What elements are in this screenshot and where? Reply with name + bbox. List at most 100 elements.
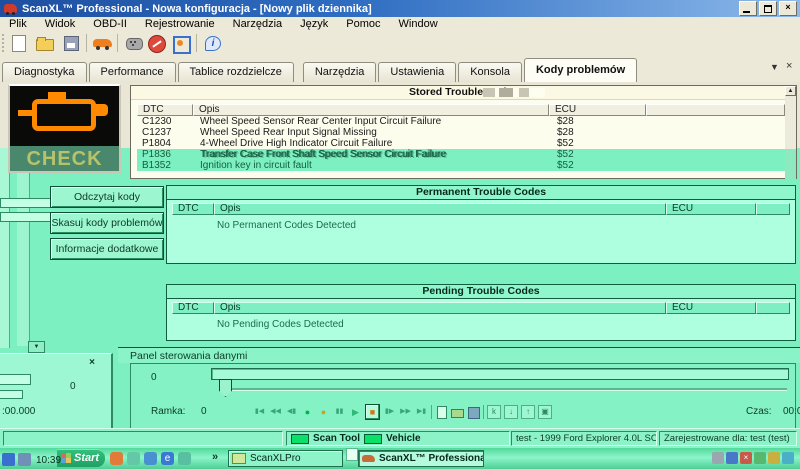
first-frame-button[interactable]: ▮◀ [253, 405, 266, 419]
restore-button[interactable] [759, 1, 777, 16]
save-log-icon[interactable] [467, 406, 480, 419]
menu-narzedzia[interactable]: Narzędzia [224, 18, 292, 30]
import-icon[interactable]: ↑ [521, 405, 535, 419]
connect-icon[interactable] [123, 33, 145, 53]
open-log-icon[interactable] [451, 406, 464, 419]
menu-rejestrowanie[interactable]: Rejestrowanie [136, 18, 224, 30]
column-opis[interactable]: Opis [214, 203, 666, 215]
stop-button[interactable]: ■ [365, 404, 380, 420]
save-file-icon[interactable] [60, 33, 82, 53]
panel-close-icon[interactable]: × [86, 357, 98, 369]
menu-obd2[interactable]: OBD-II [84, 18, 136, 30]
tab-scroll-icon[interactable]: ▼ [770, 62, 779, 72]
record-button[interactable]: ● [317, 405, 330, 419]
tab-tablice-rozdzielcze[interactable]: Tablice rozdzielcze [178, 62, 294, 82]
column-dtc[interactable]: DTC [137, 104, 193, 116]
column-empty [646, 104, 785, 116]
internet-explorer-icon[interactable]: e [161, 452, 174, 465]
scan-tool-led [291, 434, 309, 444]
tray-icon-2[interactable] [726, 452, 738, 464]
column-opis[interactable]: Opis [214, 302, 666, 314]
glitch-artifact [483, 88, 545, 97]
tab-bar: Diagnostyka Performance Tablice rozdziel… [0, 55, 800, 83]
extra-info-button[interactable]: Informacje dodatkowe [50, 238, 164, 260]
tab-performance[interactable]: Performance [89, 62, 176, 82]
dropdown-button[interactable]: ▼ [28, 341, 45, 353]
menu-plik[interactable]: Plik [0, 18, 36, 30]
tray-icon-1[interactable] [712, 452, 724, 464]
shortcut-icon[interactable]: k [487, 405, 501, 419]
tray-volume-icon[interactable] [768, 452, 780, 464]
menu-widok[interactable]: Widok [36, 18, 85, 30]
show-desktop-icon[interactable] [127, 452, 140, 465]
read-codes-button[interactable]: Odczytaj kody problemów [50, 186, 164, 208]
time-label: Czas: [746, 406, 772, 417]
tab-ustawienia[interactable]: Ustawienia [378, 62, 456, 82]
title-bar: ScanXL™ Professional - Nowa konfiguracja… [0, 0, 800, 17]
fast-forward-button[interactable]: ▶▶ [399, 405, 412, 419]
media-player-icon[interactable] [144, 452, 157, 465]
tray-icon-4[interactable] [782, 452, 794, 464]
close-button[interactable]: × [779, 1, 797, 16]
tray-network-icon[interactable]: × [740, 452, 752, 464]
pause-button[interactable]: ▮▮ [333, 405, 346, 419]
chevron-more-icon[interactable]: » [212, 451, 218, 463]
progress-gauge[interactable] [211, 368, 789, 380]
taskbar-clock: 10:39 [36, 455, 61, 466]
scrollbar[interactable]: ▲ [785, 86, 796, 178]
tab-narzedzia[interactable]: Narzędzia [303, 62, 377, 82]
taskbar-item-scanxlpro[interactable]: ScanXLPro [228, 450, 343, 467]
vehicle-icon[interactable] [92, 33, 114, 53]
step-forward-button[interactable]: ▮▶ [383, 405, 396, 419]
new-log-icon[interactable] [435, 406, 448, 419]
table-row[interactable]: P1836Transfer Case Front Shaft Speed Sen… [137, 149, 785, 160]
column-ecu[interactable]: ECU [666, 302, 756, 314]
toolbar-separator [196, 34, 197, 52]
last-frame-button[interactable]: ▶▮ [415, 405, 428, 419]
glitch-window-corner [346, 448, 358, 461]
clear-codes-button[interactable]: Skasuj kody problemów [50, 212, 164, 234]
tab-konsola[interactable]: Konsola [458, 62, 522, 82]
new-file-icon[interactable] [8, 33, 30, 53]
menu-jezyk[interactable]: Język [291, 18, 337, 30]
disconnect-icon[interactable] [146, 33, 168, 53]
step-back-button[interactable]: ◀▮ [285, 405, 298, 419]
export-icon[interactable]: ↓ [504, 405, 518, 419]
about-icon[interactable]: i [202, 33, 224, 53]
scroll-up-icon[interactable]: ▲ [785, 86, 796, 96]
column-dtc[interactable]: DTC [172, 203, 214, 215]
table-row[interactable]: C1230Wheel Speed Sensor Rear Center Inpu… [137, 116, 785, 127]
messenger-icon[interactable] [178, 452, 191, 465]
glitch-tray-icon [2, 453, 15, 466]
snapshot-icon[interactable]: ▣ [538, 405, 552, 419]
tray-icon-3[interactable] [754, 452, 766, 464]
windows-flag-icon [61, 453, 71, 463]
play-button[interactable]: ▶ [349, 405, 362, 419]
menu-pomoc[interactable]: Pomoc [337, 18, 389, 30]
menu-window[interactable]: Window [390, 18, 447, 30]
slider-thumb[interactable] [219, 379, 232, 397]
fast-rewind-button[interactable]: ◀◀ [269, 405, 282, 419]
tab-close-icon[interactable]: × [786, 60, 792, 72]
tab-diagnostyka[interactable]: Diagnostyka [2, 62, 87, 82]
minimize-button[interactable] [739, 1, 757, 16]
status-bar: Scan Tool Vehicle test - 1999 Ford Explo… [0, 428, 800, 449]
start-button[interactable]: Start [57, 449, 105, 467]
app-icon [4, 4, 17, 13]
slider-track[interactable] [223, 388, 787, 391]
open-file-icon[interactable] [34, 33, 56, 53]
tab-kody-problemow[interactable]: Kody problemów [524, 58, 637, 82]
taskbar-item-scanxl[interactable]: ScanXL™ Professional... [358, 450, 484, 467]
firefox-icon[interactable] [110, 452, 123, 465]
column-ecu[interactable]: ECU [666, 203, 756, 215]
table-row[interactable]: P18044-Wheel Drive High Indicator Circui… [137, 138, 785, 149]
glitch-field [0, 374, 31, 385]
table-row[interactable]: C1237Wheel Speed Rear Input Signal Missi… [137, 127, 785, 138]
column-dtc[interactable]: DTC [172, 302, 214, 314]
column-empty [756, 302, 790, 314]
column-ecu[interactable]: ECU [549, 104, 646, 116]
go-live-button[interactable]: ● [301, 405, 314, 419]
dashboard-designer-icon[interactable] [170, 33, 192, 53]
column-opis[interactable]: Opis [193, 104, 549, 116]
table-row[interactable]: B1352Ignition key in circuit fault$52 [137, 160, 785, 171]
